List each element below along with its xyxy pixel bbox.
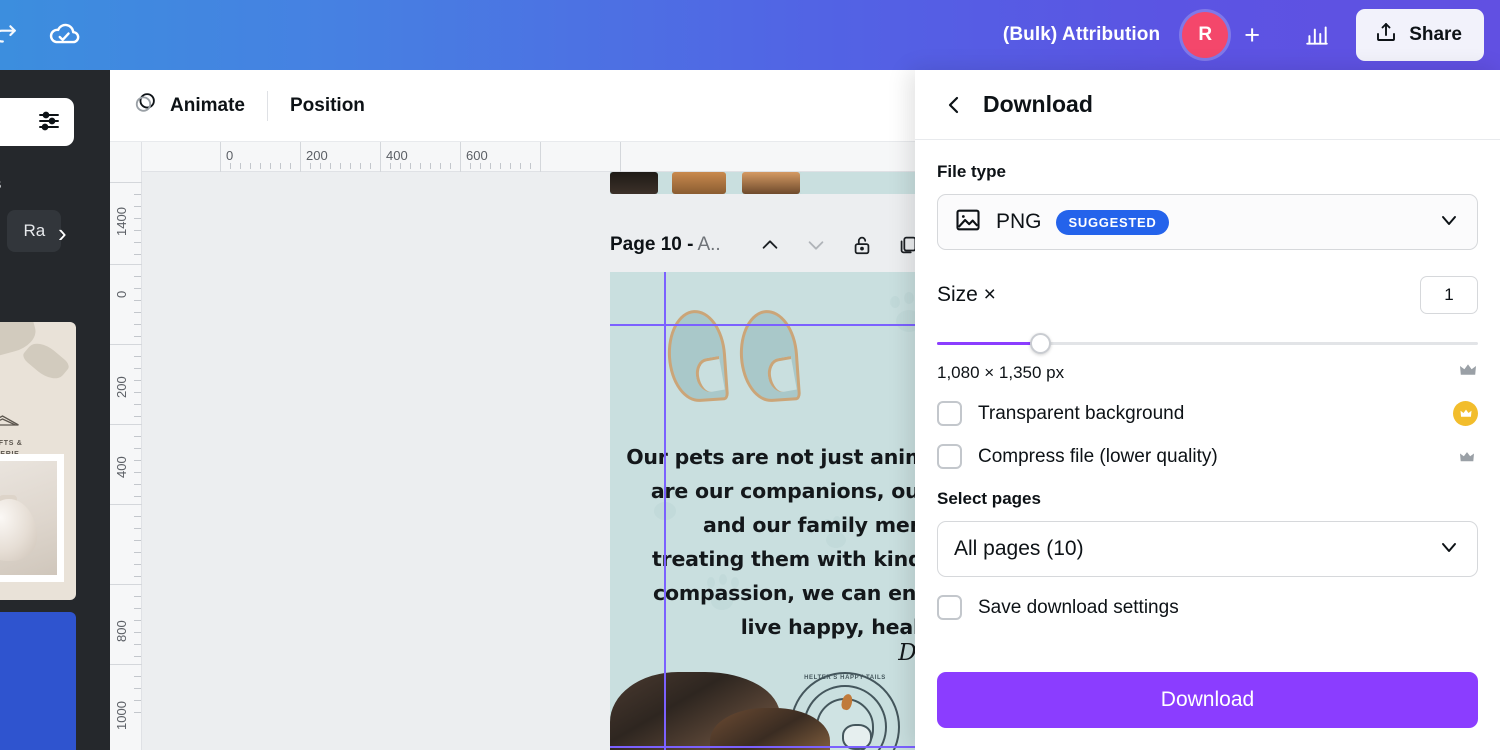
animate-icon bbox=[132, 90, 158, 122]
canva-editor-window: (Bulk) Attribution R + Share Ra › FTS & … bbox=[0, 0, 1500, 750]
sidebar-chip-1[interactable]: Ra bbox=[7, 210, 62, 252]
ruler-h-label-2: 400 bbox=[386, 148, 408, 163]
sidebar-filter-button[interactable]: s bbox=[0, 98, 74, 146]
unlock-icon[interactable] bbox=[839, 228, 885, 262]
page-title-suffix: A.. bbox=[697, 234, 721, 255]
size-input[interactable]: 1 bbox=[1420, 276, 1478, 314]
cloud-check-icon[interactable] bbox=[44, 15, 84, 55]
select-pages-label: Select pages bbox=[937, 489, 1041, 508]
file-type-value: PNG bbox=[996, 210, 1042, 233]
back-icon[interactable] bbox=[941, 92, 967, 118]
add-collaborator-button[interactable]: + bbox=[1230, 13, 1274, 57]
dimensions-text: 1,080 × 1,350 px bbox=[937, 362, 1065, 382]
save-download-settings-label: Save download settings bbox=[978, 596, 1179, 618]
chevron-down-icon bbox=[1437, 208, 1461, 237]
ruler-v-label-3: 400 bbox=[114, 456, 129, 478]
size-row: Size × 1 bbox=[937, 276, 1478, 314]
size-slider[interactable] bbox=[937, 332, 1478, 354]
size-label: Size × bbox=[937, 283, 996, 306]
transparent-background-row[interactable]: Transparent background bbox=[937, 401, 1478, 426]
thumb-line1: CRAFTS & bbox=[0, 440, 23, 447]
page-title: Download bbox=[983, 91, 1093, 117]
sidebar-section-label: s bbox=[0, 174, 1, 194]
select-pages-value: All pages (10) bbox=[954, 537, 1084, 560]
crafts-logo: CRAFTS & PAPERIE bbox=[0, 412, 23, 460]
slider-thumb[interactable] bbox=[1029, 333, 1051, 354]
suggested-badge: SUGGESTED bbox=[1055, 209, 1170, 235]
file-type-select[interactable]: PNG SUGGESTED bbox=[937, 194, 1478, 250]
download-panel: Download File type PNG SUGGESTED Size × … bbox=[915, 70, 1500, 750]
file-type-label: File type bbox=[937, 162, 1006, 181]
ruler-v-label-0: 1400 bbox=[114, 207, 129, 236]
vertical-ruler[interactable]: 1400 0 200 400 800 1000 bbox=[110, 142, 142, 750]
save-download-settings-checkbox[interactable] bbox=[937, 595, 962, 620]
slider-fill bbox=[937, 342, 1040, 345]
guide-line-vertical bbox=[664, 272, 666, 750]
dimensions-row: 1,080 × 1,350 px bbox=[937, 362, 1478, 383]
position-label: Position bbox=[289, 94, 365, 116]
ruler-h-label-0: 0 bbox=[226, 148, 234, 163]
ruler-h-label-3: 600 bbox=[466, 148, 488, 163]
crown-pro-badge-icon bbox=[1453, 401, 1478, 426]
animate-label: Animate bbox=[170, 94, 245, 116]
upload-icon bbox=[1374, 20, 1398, 50]
left-sidebar-panel: s s d Ra › bbox=[0, 70, 110, 750]
transparent-background-checkbox[interactable] bbox=[937, 401, 962, 426]
ruler-v-label-5: 1000 bbox=[114, 701, 129, 730]
sliders-icon bbox=[37, 108, 61, 137]
chevron-right-icon[interactable]: › bbox=[58, 218, 67, 249]
avatar[interactable]: R bbox=[1182, 12, 1229, 58]
list-item[interactable]: ID-19 bbox=[0, 612, 76, 750]
share-button[interactable]: Share bbox=[1356, 9, 1484, 61]
bar-chart-icon[interactable] bbox=[1290, 13, 1344, 57]
download-panel-header: Download bbox=[915, 70, 1500, 140]
document-title[interactable]: (Bulk) Attribution bbox=[1003, 24, 1160, 46]
save-download-settings-row[interactable]: Save download settings bbox=[937, 595, 1478, 620]
compress-file-row[interactable]: Compress file (lower quality) bbox=[937, 444, 1478, 469]
redo-icon[interactable] bbox=[0, 18, 22, 52]
ruler-h-label-1: 200 bbox=[306, 148, 328, 163]
select-pages-dropdown[interactable]: All pages (10) bbox=[937, 521, 1478, 577]
top-header-bar: (Bulk) Attribution R + Share bbox=[0, 0, 1500, 70]
sidebar-collapse-handle[interactable] bbox=[104, 522, 110, 628]
header-left-group bbox=[0, 15, 84, 55]
compress-file-label: Compress file (lower quality) bbox=[978, 445, 1218, 467]
chevron-down-icon bbox=[1437, 535, 1461, 564]
position-button[interactable]: Position bbox=[268, 84, 387, 128]
vase-photo-card bbox=[0, 454, 64, 582]
image-file-icon bbox=[954, 206, 982, 239]
sidebar-filter-chips: d Ra bbox=[0, 210, 62, 252]
ruler-v-label-2: 200 bbox=[114, 376, 129, 398]
logo-top-text: HELTER'S HAPPY TAILS bbox=[804, 675, 886, 681]
list-item[interactable]: CRAFTS & PAPERIE bbox=[0, 322, 76, 600]
crown-icon bbox=[1458, 362, 1478, 383]
transparent-background-label: Transparent background bbox=[978, 402, 1185, 424]
move-page-down-button[interactable] bbox=[793, 228, 839, 262]
compress-file-checkbox[interactable] bbox=[937, 444, 962, 469]
header-right-group: (Bulk) Attribution R + Share bbox=[1003, 9, 1500, 61]
ruler-v-label-1: 0 bbox=[114, 290, 129, 298]
download-button[interactable]: Download bbox=[937, 672, 1478, 728]
download-panel-body: File type PNG SUGGESTED Size × 1 1,080 ×… bbox=[915, 140, 1500, 672]
page-title[interactable]: Page 10 - bbox=[610, 234, 693, 256]
animate-button[interactable]: Animate bbox=[110, 84, 267, 128]
ruler-v-label-4: 800 bbox=[114, 620, 129, 642]
share-button-label: Share bbox=[1409, 24, 1462, 45]
download-panel-footer: Download bbox=[915, 672, 1500, 750]
move-page-up-button[interactable] bbox=[747, 228, 793, 262]
crown-icon bbox=[1456, 446, 1478, 468]
